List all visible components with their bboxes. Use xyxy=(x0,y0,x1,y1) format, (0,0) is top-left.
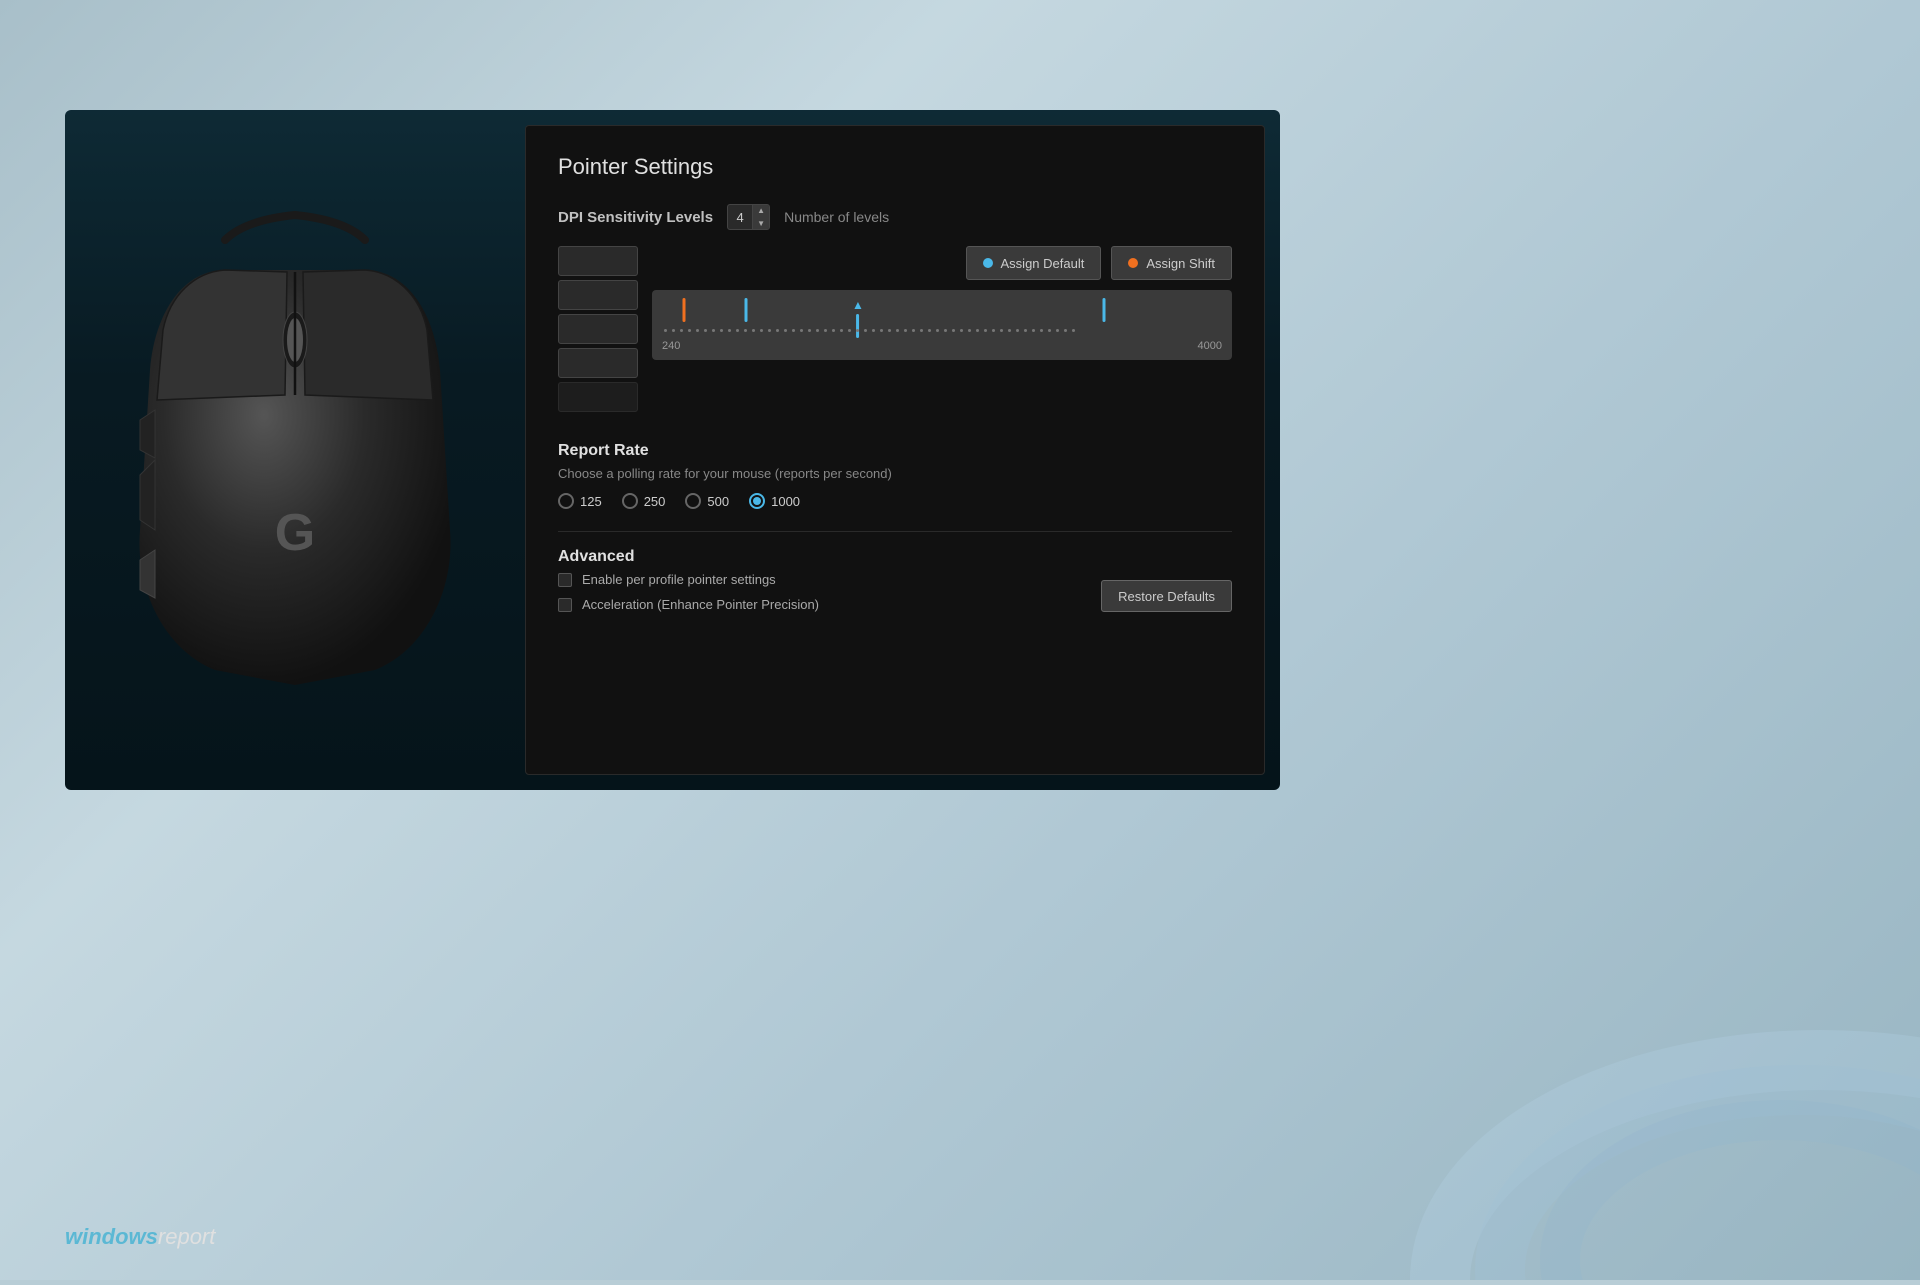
radio-500-label: 500 xyxy=(707,494,729,509)
radio-1000-inner xyxy=(753,497,761,505)
dpi-body: ▲ ▼ ▲ ▼ xyxy=(558,246,1232,412)
dpi-header: DPI Sensitivity Levels 4 ▲ ▼ Number of l… xyxy=(558,204,1232,230)
assign-default-label: Assign Default xyxy=(1001,256,1085,271)
settings-title: Pointer Settings xyxy=(558,154,1232,180)
advanced-row: Enable per profile pointer settings Acce… xyxy=(558,572,1232,612)
radio-125[interactable]: 125 xyxy=(558,493,602,509)
assign-shift-icon xyxy=(1128,258,1138,268)
dpi-level-1-row[interactable]: ▲ ▼ xyxy=(558,246,638,276)
assign-default-button[interactable]: Assign Default xyxy=(966,246,1102,280)
mouse-illustration: G xyxy=(125,210,465,690)
dpi-chart-inner: ▲ xyxy=(662,298,1222,338)
svg-text:G: G xyxy=(275,504,315,562)
radio-125-label: 125 xyxy=(580,494,602,509)
radio-250[interactable]: 250 xyxy=(622,493,666,509)
assign-default-icon xyxy=(983,258,993,268)
assign-shift-button[interactable]: Assign Shift xyxy=(1111,246,1232,280)
checkbox-acceleration[interactable]: Acceleration (Enhance Pointer Precision) xyxy=(558,597,819,612)
dpi-marker-1 xyxy=(683,298,686,322)
advanced-checkboxes: Enable per profile pointer settings Acce… xyxy=(558,572,819,612)
watermark: windows report xyxy=(65,1224,215,1250)
radio-125-outer xyxy=(558,493,574,509)
num-levels-label: Number of levels xyxy=(784,209,889,225)
dpi-number-up-arrow[interactable]: ▲ xyxy=(753,204,769,217)
dpi-level-5-row: ▲ ▼ xyxy=(558,382,638,412)
dpi-level-4-row[interactable]: ▲ ▼ xyxy=(558,348,638,378)
dpi-inputs: ▲ ▼ ▲ ▼ xyxy=(558,246,638,412)
dpi-level-4-input[interactable] xyxy=(559,356,638,371)
dpi-chart-labels: 240 4000 xyxy=(662,338,1222,354)
checkbox-acceleration-box xyxy=(558,598,572,612)
report-rate-radio-group: 125 250 500 1000 xyxy=(558,493,1232,509)
dpi-section-label: DPI Sensitivity Levels xyxy=(558,209,713,226)
radio-250-label: 250 xyxy=(644,494,666,509)
radio-250-outer xyxy=(622,493,638,509)
checkbox-per-profile[interactable]: Enable per profile pointer settings xyxy=(558,572,819,587)
report-rate-section: Report Rate Choose a polling rate for yo… xyxy=(558,432,1232,509)
dpi-marker-3: ▲ xyxy=(852,298,864,338)
advanced-section: Advanced Enable per profile pointer sett… xyxy=(558,531,1232,612)
watermark-report: report xyxy=(158,1224,215,1250)
checkbox-acceleration-label: Acceleration (Enhance Pointer Precision) xyxy=(582,597,819,612)
mouse-image-area: G xyxy=(65,110,525,790)
radio-500[interactable]: 500 xyxy=(685,493,729,509)
settings-panel: Pointer Settings DPI Sensitivity Levels … xyxy=(525,125,1265,775)
dpi-level-2-row[interactable]: ▲ ▼ xyxy=(558,280,638,310)
dpi-markers: ▲ xyxy=(662,298,1222,338)
dpi-buttons: Assign Default Assign Shift xyxy=(652,246,1232,280)
dpi-chart-dots xyxy=(664,329,1075,332)
assign-shift-label: Assign Shift xyxy=(1146,256,1215,271)
report-rate-title: Report Rate xyxy=(558,442,1232,460)
dpi-level-3-input[interactable] xyxy=(559,322,638,337)
dpi-number-arrows: ▲ ▼ xyxy=(752,204,769,230)
radio-1000-outer xyxy=(749,493,765,509)
dpi-number-value: 4 xyxy=(728,210,752,225)
dpi-section: DPI Sensitivity Levels 4 ▲ ▼ Number of l… xyxy=(558,204,1232,412)
dpi-chart-min-label: 240 xyxy=(662,340,680,352)
dpi-level-2-input[interactable] xyxy=(559,288,638,303)
dpi-marker-4 xyxy=(1103,298,1106,322)
app-window: G Pointer Settings DPI Sensitivity Level… xyxy=(65,110,1280,790)
report-rate-description: Choose a polling rate for your mouse (re… xyxy=(558,466,1232,481)
dpi-chart-max-label: 4000 xyxy=(1198,340,1222,352)
radio-1000-label: 1000 xyxy=(771,494,800,509)
dpi-level-1-input[interactable] xyxy=(559,254,638,269)
watermark-windows: windows xyxy=(65,1224,158,1250)
restore-defaults-button[interactable]: Restore Defaults xyxy=(1101,580,1232,612)
checkbox-per-profile-label: Enable per profile pointer settings xyxy=(582,572,776,587)
radio-1000[interactable]: 1000 xyxy=(749,493,800,509)
dpi-number-down-arrow[interactable]: ▼ xyxy=(753,217,769,230)
advanced-title: Advanced xyxy=(558,548,1232,566)
dpi-marker-2 xyxy=(745,298,748,322)
radio-500-outer xyxy=(685,493,701,509)
checkbox-per-profile-box xyxy=(558,573,572,587)
dpi-chart: ▲ xyxy=(652,290,1232,360)
dpi-level-5-input xyxy=(559,390,638,405)
dpi-right: Assign Default Assign Shift xyxy=(652,246,1232,412)
dpi-level-3-row[interactable]: ▲ ▼ xyxy=(558,314,638,344)
dpi-number-control[interactable]: 4 ▲ ▼ xyxy=(727,204,770,230)
bg-swoosh-decoration xyxy=(1220,780,1920,1280)
